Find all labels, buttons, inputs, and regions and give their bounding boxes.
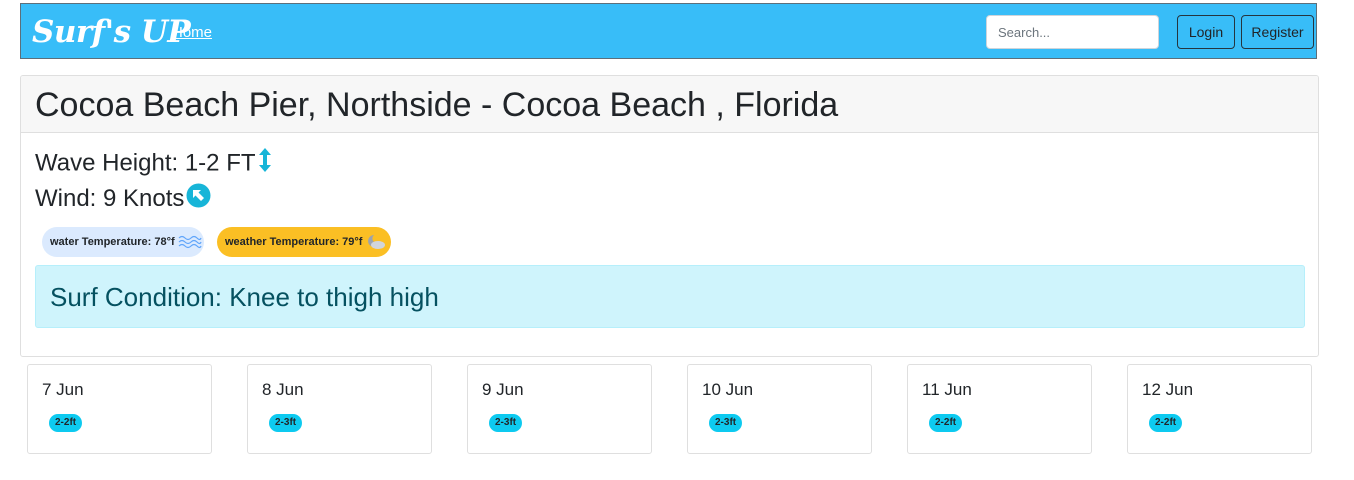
waves-icon [178, 235, 202, 249]
forecast-date: 10 Jun [702, 380, 754, 399]
forecast-day-card[interactable]: 9 Jun 2-3ft [467, 364, 652, 454]
forecast-day-card[interactable]: 8 Jun 2-3ft [247, 364, 432, 454]
forecast-date: 9 Jun [482, 380, 524, 399]
forecast-day-card[interactable]: 10 Jun 2-3ft [687, 364, 872, 454]
forecast-wave-badge: 2-3ft [709, 414, 743, 432]
wave-height-text: Wave Height: 1-2 FT [35, 149, 256, 177]
forecast-wave-badge: 2-3ft [489, 414, 523, 432]
weather-temperature-badge: weather Temperature: 79°f [217, 227, 391, 257]
spot-card-header: Cocoa Beach Pier, Northside - Cocoa Beac… [21, 76, 1318, 133]
register-button[interactable]: Register [1241, 15, 1314, 49]
spot-title: Cocoa Beach Pier, Northside - Cocoa Beac… [35, 86, 839, 124]
partly-cloudy-night-icon [368, 235, 386, 250]
search-input[interactable] [986, 15, 1159, 49]
water-temperature-text: water Temperature: 78°f [50, 236, 175, 248]
forecast-date: 7 Jun [42, 380, 84, 399]
forecast-date: 8 Jun [262, 380, 304, 399]
surf-condition-alert: Surf Condition: Knee to thigh high [35, 265, 1305, 328]
navbar: Surf's UP Home Login Register [20, 3, 1317, 59]
wind-text: Wind: 9 Knots [35, 184, 185, 212]
forecast-day-card[interactable]: 11 Jun 2-2ft [907, 364, 1092, 454]
forecast-day-card[interactable]: 7 Jun 2-2ft [27, 364, 212, 454]
water-temperature-badge: water Temperature: 78°f [42, 227, 204, 257]
forecast-wave-badge: 2-2ft [929, 414, 963, 432]
surf-condition-text: Surf Condition: Knee to thigh high [50, 282, 439, 312]
weather-temperature-text: weather Temperature: 79°f [225, 236, 363, 248]
forecast-wave-badge: 2-2ft [49, 414, 83, 432]
forecast-day-card[interactable]: 12 Jun 2-2ft [1127, 364, 1312, 454]
forecast-wave-badge: 2-2ft [1149, 414, 1183, 432]
wind-direction-arrow-icon [186, 183, 211, 216]
login-button[interactable]: Login [1177, 15, 1235, 49]
forecast-wave-badge: 2-3ft [269, 414, 303, 432]
vertical-arrows-icon [258, 147, 272, 181]
wind-row: Wind: 9 Knots [35, 183, 211, 216]
nav-home-link[interactable]: Home [172, 24, 212, 41]
forecast-date: 11 Jun [922, 380, 972, 399]
wave-height-row: Wave Height: 1-2 FT [35, 147, 272, 181]
forecast-date: 12 Jun [1142, 380, 1194, 399]
spot-card: Cocoa Beach Pier, Northside - Cocoa Beac… [20, 75, 1319, 357]
brand-logo[interactable]: Surf's UP [32, 12, 191, 52]
